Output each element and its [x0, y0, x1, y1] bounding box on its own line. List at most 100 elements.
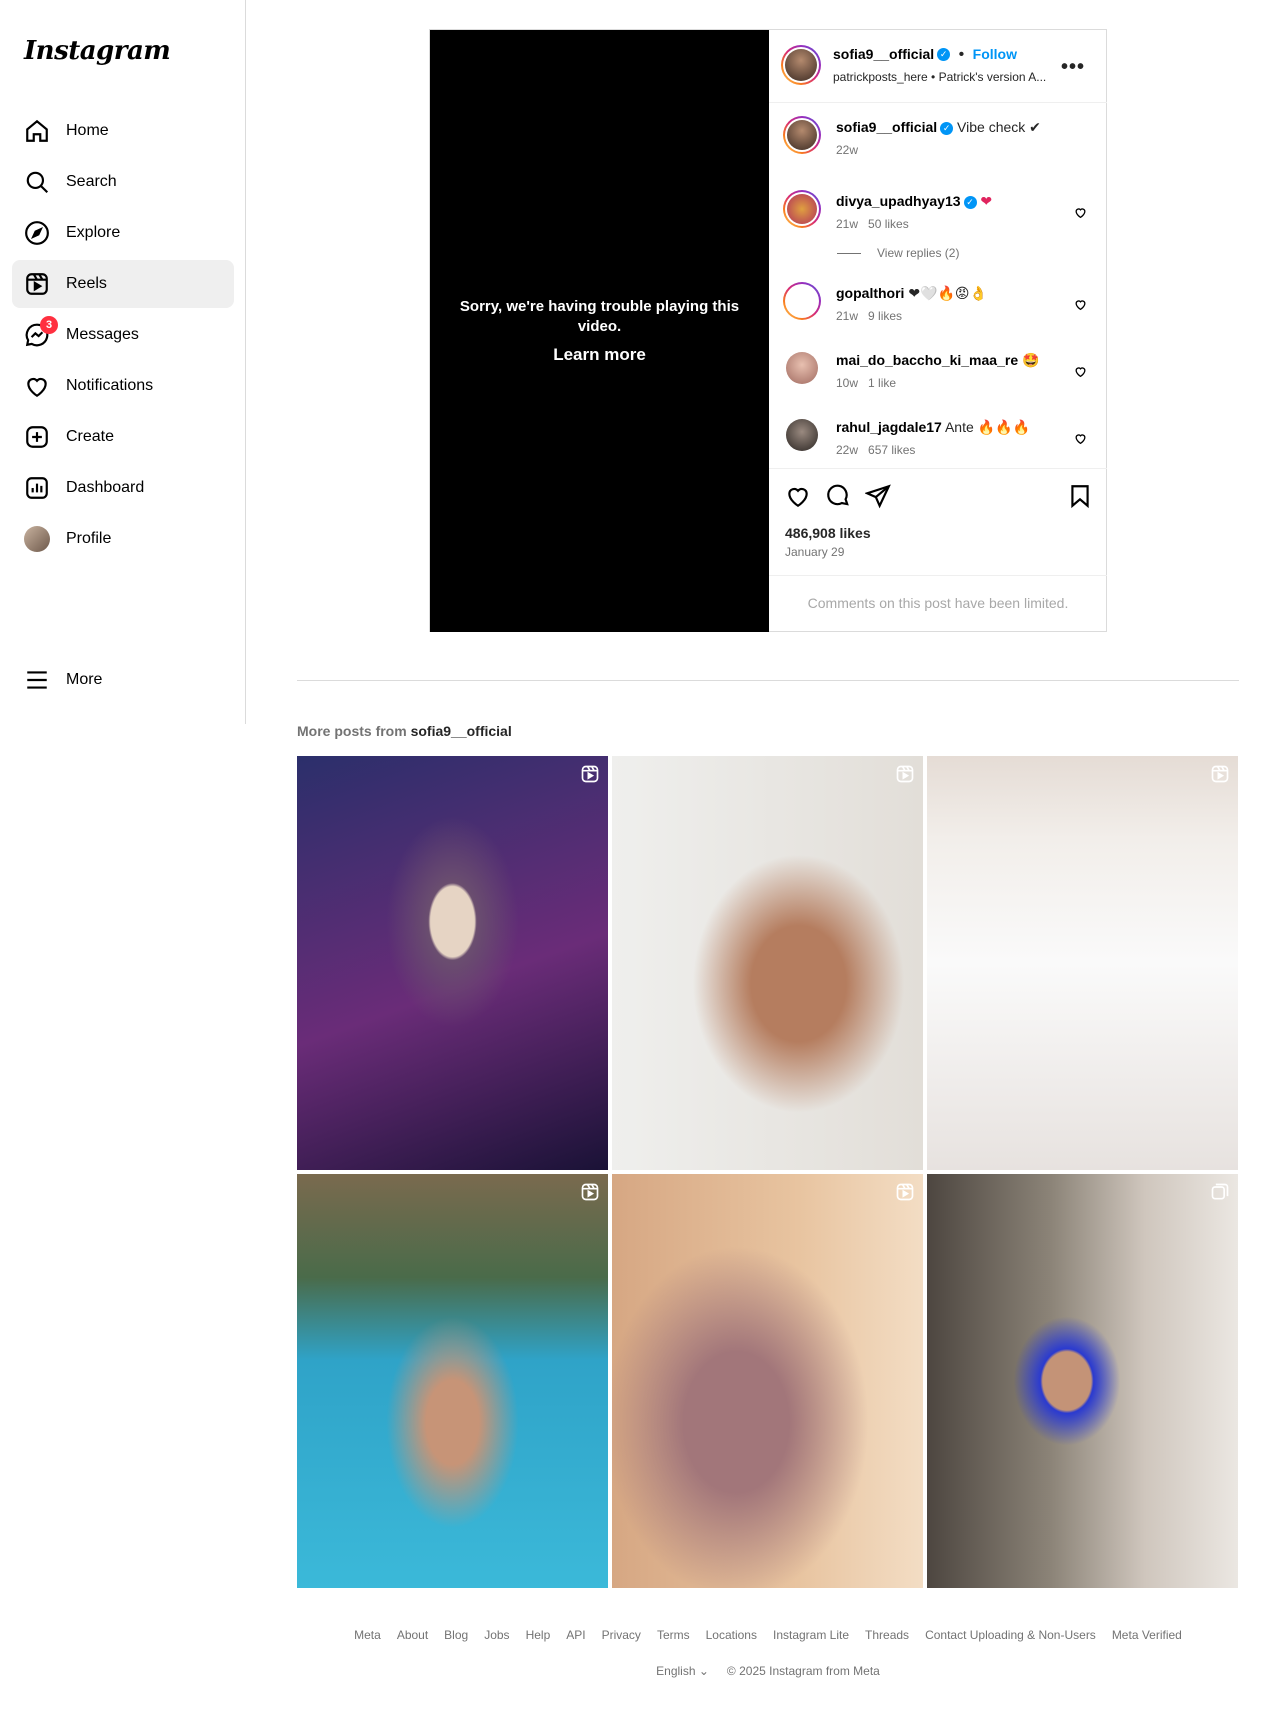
- nav-more[interactable]: More: [12, 656, 234, 704]
- footer-link[interactable]: Blog: [444, 1628, 468, 1642]
- language-select[interactable]: English ⌄: [656, 1664, 709, 1678]
- author-username[interactable]: sofia9__official: [833, 46, 934, 62]
- share-icon[interactable]: [865, 483, 891, 509]
- nav-profile[interactable]: Profile: [12, 515, 234, 563]
- nav-create[interactable]: Create: [12, 413, 234, 461]
- caption-username[interactable]: sofia9__official: [836, 119, 937, 135]
- post-thumbnail[interactable]: [927, 756, 1238, 1170]
- footer-link[interactable]: Locations: [706, 1628, 757, 1642]
- footer-link[interactable]: Meta Verified: [1112, 1628, 1182, 1642]
- nav-label: Search: [66, 173, 117, 190]
- more-posts-prefix: More posts from: [297, 723, 407, 739]
- commenter-avatar[interactable]: [783, 190, 821, 228]
- plus-icon: [24, 424, 50, 450]
- view-replies-button[interactable]: View replies (2): [837, 246, 959, 260]
- dashboard-icon: [24, 475, 50, 501]
- video-player[interactable]: Sorry, we're having trouble playing this…: [430, 30, 769, 632]
- like-comment-icon[interactable]: [1074, 365, 1087, 378]
- comment-icon[interactable]: [825, 483, 851, 509]
- nav-home[interactable]: Home: [12, 107, 234, 155]
- learn-more-link[interactable]: Learn more: [553, 345, 646, 365]
- post-date: January 29: [785, 545, 845, 559]
- like-icon[interactable]: [785, 483, 811, 509]
- commenter-avatar[interactable]: [783, 282, 821, 320]
- comment-username[interactable]: rahul_jagdale17: [836, 419, 942, 435]
- like-comment-icon[interactable]: [1074, 298, 1087, 311]
- footer-link[interactable]: Meta: [354, 1628, 381, 1642]
- nav-label: Messages: [66, 326, 139, 343]
- explore-icon: [24, 220, 50, 246]
- post-thumbnail[interactable]: [612, 756, 923, 1170]
- caption-time[interactable]: 22w: [836, 143, 858, 157]
- footer-link[interactable]: Privacy: [602, 1628, 641, 1642]
- nav-reels[interactable]: Reels: [12, 260, 234, 308]
- comment-username[interactable]: mai_do_baccho_ki_maa_re: [836, 352, 1018, 368]
- like-comment-icon[interactable]: [1074, 432, 1087, 445]
- comment-username[interactable]: gopalthori: [836, 285, 904, 301]
- footer-links: Meta About Blog Jobs Help API Privacy Te…: [297, 1628, 1239, 1642]
- comment-time[interactable]: 22w: [836, 443, 858, 457]
- comment-likes[interactable]: 657 likes: [868, 443, 915, 457]
- sidebar: Instagram Home Search Explore Reels 3 Me…: [0, 0, 246, 724]
- chevron-down-icon: ⌄: [698, 1664, 709, 1678]
- nav-label: Explore: [66, 224, 121, 241]
- section-divider: [297, 680, 1239, 681]
- commenter-avatar[interactable]: [786, 419, 818, 451]
- comments-limited-notice: Comments on this post have been limited.: [769, 575, 1107, 629]
- comment-text: Ante 🔥🔥🔥: [944, 419, 1030, 435]
- footer-link[interactable]: API: [566, 1628, 585, 1642]
- likes-count[interactable]: 486,908 likes: [785, 525, 871, 541]
- reel-icon: [581, 1183, 599, 1201]
- follow-button[interactable]: Follow: [973, 46, 1017, 62]
- caption-avatar[interactable]: [783, 116, 821, 154]
- nav-label: Create: [66, 428, 115, 445]
- comment-likes[interactable]: 9 likes: [868, 309, 902, 323]
- instagram-logo[interactable]: Instagram: [24, 36, 171, 66]
- post-thumbnail[interactable]: [297, 1174, 608, 1588]
- heart-icon: [24, 373, 50, 399]
- reel-icon: [581, 765, 599, 783]
- post-thumbnail[interactable]: [612, 1174, 923, 1588]
- footer-link[interactable]: Terms: [657, 1628, 690, 1642]
- footer-link[interactable]: Instagram Lite: [773, 1628, 849, 1642]
- author-avatar[interactable]: [781, 45, 821, 85]
- messages-badge: 3: [40, 316, 58, 334]
- nav-label: Profile: [66, 530, 112, 547]
- post-thumbnail[interactable]: [297, 756, 608, 1170]
- footer-link[interactable]: Contact Uploading & Non-Users: [925, 1628, 1096, 1642]
- verified-icon: ✓: [937, 48, 951, 62]
- posts-grid: [297, 756, 1239, 1588]
- more-options-icon[interactable]: •••: [1061, 56, 1085, 79]
- footer-link[interactable]: Jobs: [484, 1628, 509, 1642]
- audio-info[interactable]: patrickposts_here • Patrick's version A.…: [833, 70, 1046, 84]
- more-posts-username[interactable]: sofia9__official: [411, 723, 512, 739]
- commenter-avatar[interactable]: [786, 352, 818, 384]
- more-posts-heading: More posts from sofia9__official: [297, 723, 512, 739]
- reel-icon: [896, 765, 914, 783]
- like-comment-icon[interactable]: [1074, 206, 1087, 219]
- copyright: © 2025 Instagram from Meta: [726, 1664, 880, 1678]
- nav-dashboard[interactable]: Dashboard: [12, 464, 234, 512]
- bookmark-icon[interactable]: [1067, 483, 1093, 509]
- footer-link[interactable]: Help: [526, 1628, 551, 1642]
- nav-explore[interactable]: Explore: [12, 209, 234, 257]
- language-label: English: [656, 1664, 696, 1678]
- comment-time[interactable]: 10w: [836, 376, 858, 390]
- comment-time[interactable]: 21w: [836, 217, 858, 231]
- footer-link[interactable]: About: [397, 1628, 428, 1642]
- footer-link[interactable]: Threads: [865, 1628, 909, 1642]
- comment-likes[interactable]: 1 like: [868, 376, 896, 390]
- home-icon: [24, 118, 50, 144]
- caption-text: Vibe check ✔: [957, 119, 1041, 135]
- post-thumbnail[interactable]: [927, 1174, 1238, 1588]
- comment-text: ❤🤍🔥😡👌: [908, 285, 987, 301]
- comment-username[interactable]: divya_upadhyay13: [836, 193, 961, 209]
- post-card: Sorry, we're having trouble playing this…: [429, 29, 1107, 632]
- nav-search[interactable]: Search: [12, 158, 234, 206]
- comment-text: ❤: [980, 193, 993, 209]
- comment-likes[interactable]: 50 likes: [868, 217, 909, 231]
- nav-messages[interactable]: 3 Messages: [12, 311, 234, 359]
- footer-bottom: English ⌄ © 2025 Instagram from Meta: [297, 1664, 1239, 1678]
- comment-time[interactable]: 21w: [836, 309, 858, 323]
- nav-notifications[interactable]: Notifications: [12, 362, 234, 410]
